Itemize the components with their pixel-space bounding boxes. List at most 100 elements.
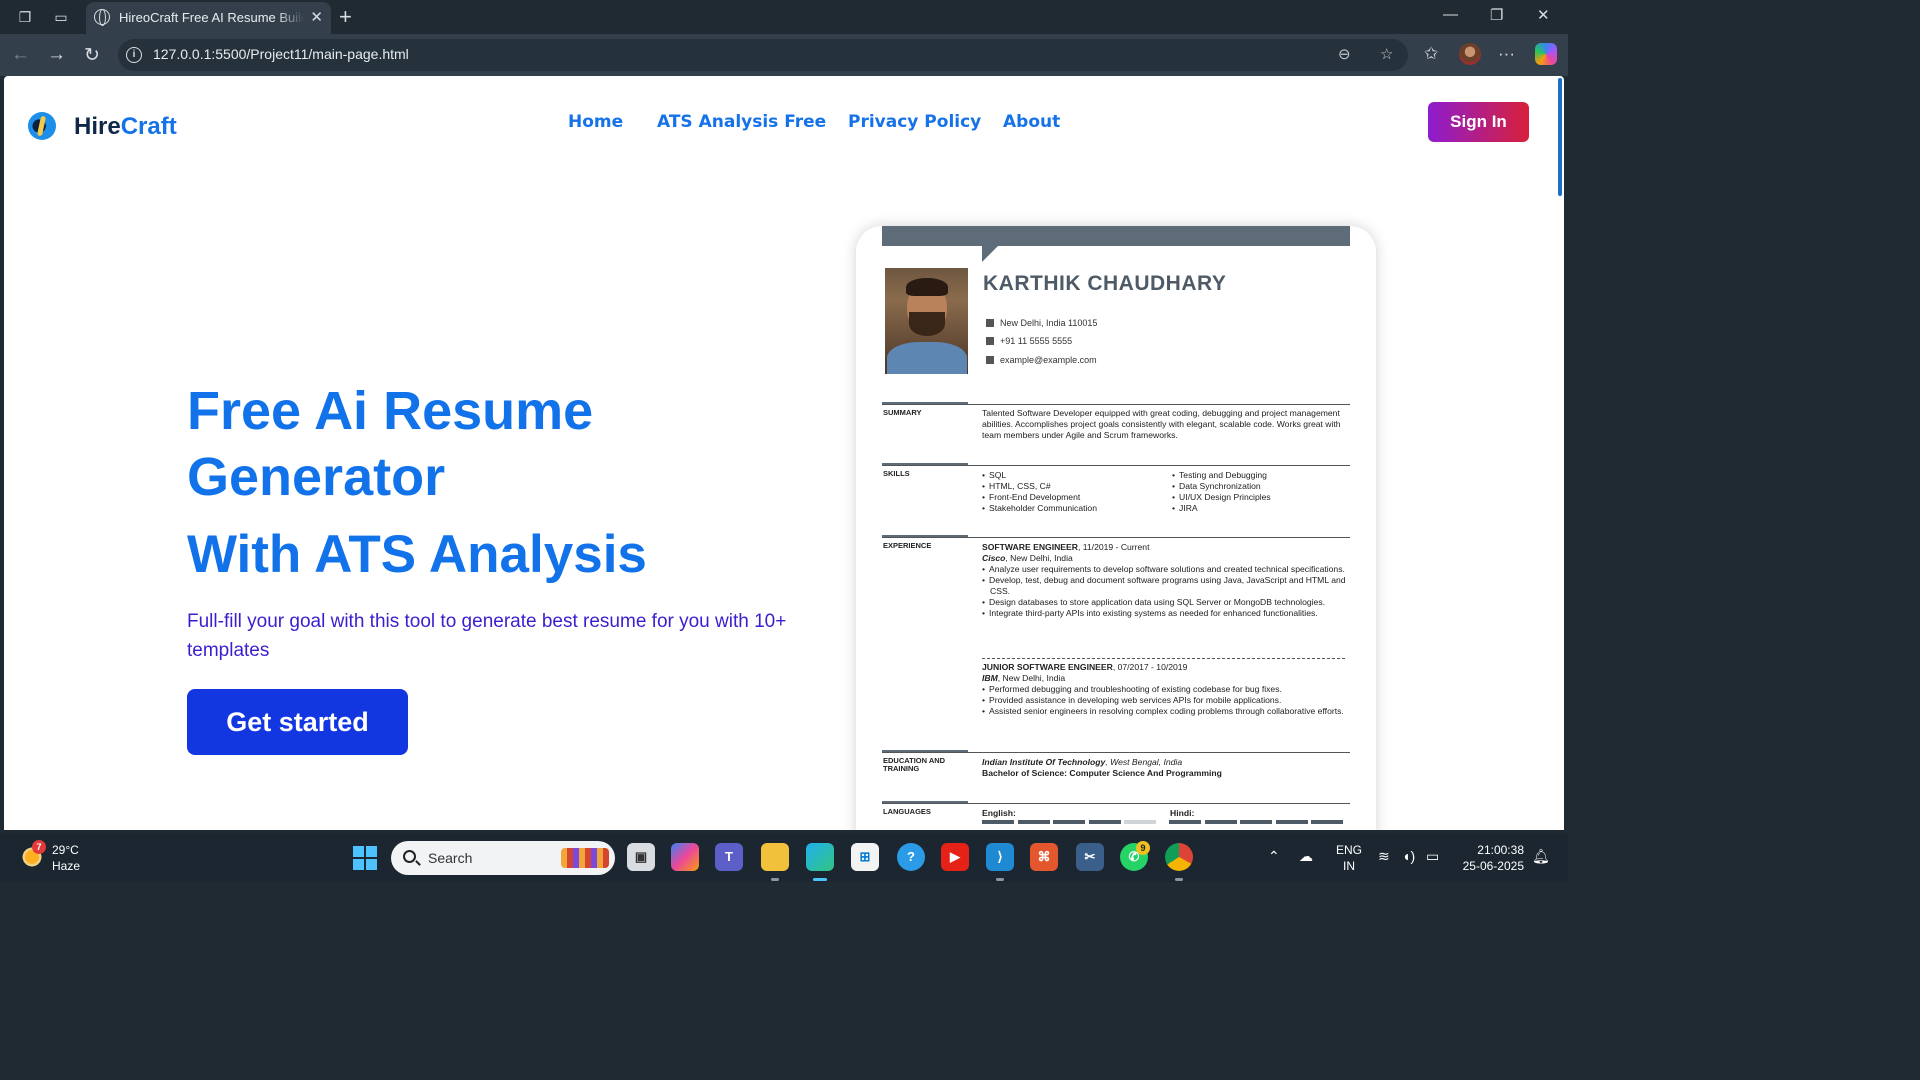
skill-item: JIRA [1172, 503, 1352, 514]
nav-ats-analysis[interactable]: ATS Analysis Free [657, 112, 826, 132]
search-icon [403, 850, 416, 863]
new-tab-button[interactable]: + [339, 4, 352, 30]
language-level-segment [982, 820, 1014, 824]
help-icon[interactable]: ? [897, 843, 925, 871]
favorites-icon[interactable]: ✩ [1424, 44, 1438, 64]
job-bullet: Develop, test, debug and document softwa… [982, 575, 1346, 597]
resume-job1-header: SOFTWARE ENGINEER, 11/2019 - Current Cis… [982, 542, 1344, 564]
language-level-segment [1017, 820, 1050, 824]
resume-email-text: example@example.com [1000, 355, 1097, 365]
home-icon [986, 319, 994, 327]
vertical-tabs-icon[interactable]: ▭ [52, 8, 70, 26]
search-label: Search [428, 850, 473, 866]
resume-photo [885, 268, 968, 374]
task-view-icon[interactable]: ▣ [627, 843, 655, 871]
favorite-star-icon[interactable]: ☆ [1380, 45, 1393, 63]
more-menu-icon[interactable]: ··· [1498, 44, 1515, 64]
forward-icon[interactable]: → [47, 44, 66, 66]
url-text: 127.0.0.1:5500/Project11/main-page.html [153, 46, 409, 62]
whatsapp-badge: 9 [1136, 841, 1150, 855]
browser-address-bar: ← → ↻ i 127.0.0.1:5500/Project11/main-pa… [0, 34, 1568, 76]
lang-line1: ENG [1336, 843, 1363, 857]
nav-about[interactable]: About [1003, 112, 1060, 132]
page-viewport: HireCraft Home ATS Analysis Free Privacy… [4, 76, 1564, 830]
hirecraft-logo-icon[interactable] [28, 112, 56, 140]
profile-avatar[interactable] [1459, 43, 1481, 65]
edge-icon[interactable] [806, 843, 834, 871]
get-started-button[interactable]: Get started [187, 689, 408, 755]
resume-header-notch [982, 246, 998, 262]
school-name: Indian Institute Of Technology [982, 757, 1106, 767]
nav-privacy-policy[interactable]: Privacy Policy [848, 112, 981, 132]
onedrive-cloud-icon[interactable]: ☁ [1299, 848, 1313, 865]
browser-tab-bar: ❐ ▭ HireoCraft Free AI Resume Builder ✕ … [0, 0, 1568, 34]
notifications-bell-icon[interactable]: 🔔︎ [1532, 848, 1550, 865]
resume-skills-right: Testing and Debugging Data Synchronizati… [1172, 470, 1352, 514]
resume-experience-label: EXPERIENCE [883, 541, 932, 550]
school-location: , West Bengal, India [1105, 757, 1183, 767]
job-bullet: Analyze user requirements to develop sof… [982, 564, 1346, 575]
url-field[interactable]: i 127.0.0.1:5500/Project11/main-page.htm… [118, 39, 1408, 71]
site-info-icon[interactable]: i [126, 47, 142, 63]
file-explorer-icon[interactable] [761, 843, 789, 871]
job1-title: SOFTWARE ENGINEER [982, 542, 1078, 552]
browser-tab-active[interactable]: HireoCraft Free AI Resume Builder ✕ [86, 2, 331, 34]
weather-temp: 29°C [52, 843, 79, 857]
close-window-icon[interactable]: ✕ [1537, 6, 1550, 24]
page-scrollbar[interactable] [1558, 78, 1562, 196]
nav-home[interactable]: Home [568, 112, 623, 132]
language-level-segment [1124, 820, 1156, 824]
job-bullet: Integrate third-party APIs into existing… [982, 608, 1346, 619]
phone-icon [986, 337, 994, 345]
lang1-name: English: [982, 808, 1016, 818]
taskbar-search[interactable]: Search [391, 841, 615, 875]
resume-name: KARTHIK CHAUDHARY [983, 272, 1227, 295]
sign-in-button[interactable]: Sign In [1428, 102, 1529, 142]
tab-close-icon[interactable]: ✕ [310, 8, 323, 26]
workspaces-icon[interactable]: ❐ [16, 8, 34, 26]
volume-icon[interactable]: ◖) [1402, 848, 1415, 864]
site-logo[interactable]: HireCraft [74, 113, 177, 141]
skill-item: Testing and Debugging [1172, 470, 1352, 481]
resume-job1-bullets: Analyze user requirements to develop sof… [982, 564, 1346, 619]
weather-widget[interactable]: 29°C Haze [52, 842, 80, 874]
restore-icon[interactable]: ❐ [1490, 6, 1503, 24]
snipping-tool-icon[interactable]: ✂ [1076, 843, 1104, 871]
system-clock[interactable]: 21:00:38 25-06-2025 [1458, 842, 1524, 874]
job1-dates: , 11/2019 - Current [1077, 542, 1150, 552]
wifi-icon[interactable]: ≋ [1378, 848, 1390, 865]
copilot-app-icon[interactable] [671, 843, 699, 871]
resume-summary: Talented Software Developer equipped wit… [982, 408, 1341, 440]
language-level-segment [1204, 820, 1237, 824]
youtube-icon[interactable]: ▶ [941, 843, 969, 871]
input-language[interactable]: ENG IN [1336, 842, 1362, 874]
skill-item: UI/UX Design Principles [1172, 492, 1352, 503]
job2-company: IBM [982, 673, 998, 683]
teams-icon[interactable]: T [715, 843, 743, 871]
resume-preview-card: KARTHIK CHAUDHARY New Delhi, India 11001… [856, 226, 1376, 830]
reading-mode-icon[interactable]: ⊖ [1338, 45, 1351, 63]
chrome-icon[interactable] [1165, 843, 1193, 871]
windows-start-icon[interactable] [353, 846, 377, 870]
logo-part-hire: Hire [74, 113, 121, 140]
reload-icon[interactable]: ↻ [84, 44, 100, 67]
resume-email: example@example.com [986, 355, 1097, 365]
back-icon[interactable]: ← [11, 44, 30, 66]
battery-icon[interactable]: ▭ [1426, 848, 1439, 865]
skill-item: Front-End Development [982, 492, 1162, 503]
resume-languages-label: LANGUAGES [883, 807, 931, 816]
resume-address: New Delhi, India 110015 [986, 318, 1097, 328]
language-level-segment [1169, 820, 1201, 824]
xampp-icon[interactable]: ⌘ [1030, 843, 1058, 871]
vscode-icon[interactable]: ⟩ [986, 843, 1014, 871]
language-level-segment [1275, 820, 1308, 824]
tray-overflow-chevron-icon[interactable]: ⌃ [1268, 848, 1280, 865]
copilot-icon[interactable] [1535, 43, 1557, 65]
windows-taskbar: 7 29°C Haze Search ▣ T ⊞ ? ▶ ⟩ ⌘ ✂ ✆ 9 ⌃… [0, 834, 1568, 882]
minimize-icon[interactable]: — [1443, 6, 1458, 23]
resume-summary-label: SUMMARY [883, 408, 922, 417]
tab-title: HireoCraft Free AI Resume Builder [119, 10, 304, 25]
job2-title: JUNIOR SOFTWARE ENGINEER [982, 662, 1113, 672]
microsoft-store-icon[interactable]: ⊞ [851, 843, 879, 871]
skill-item: SQL [982, 470, 1162, 481]
